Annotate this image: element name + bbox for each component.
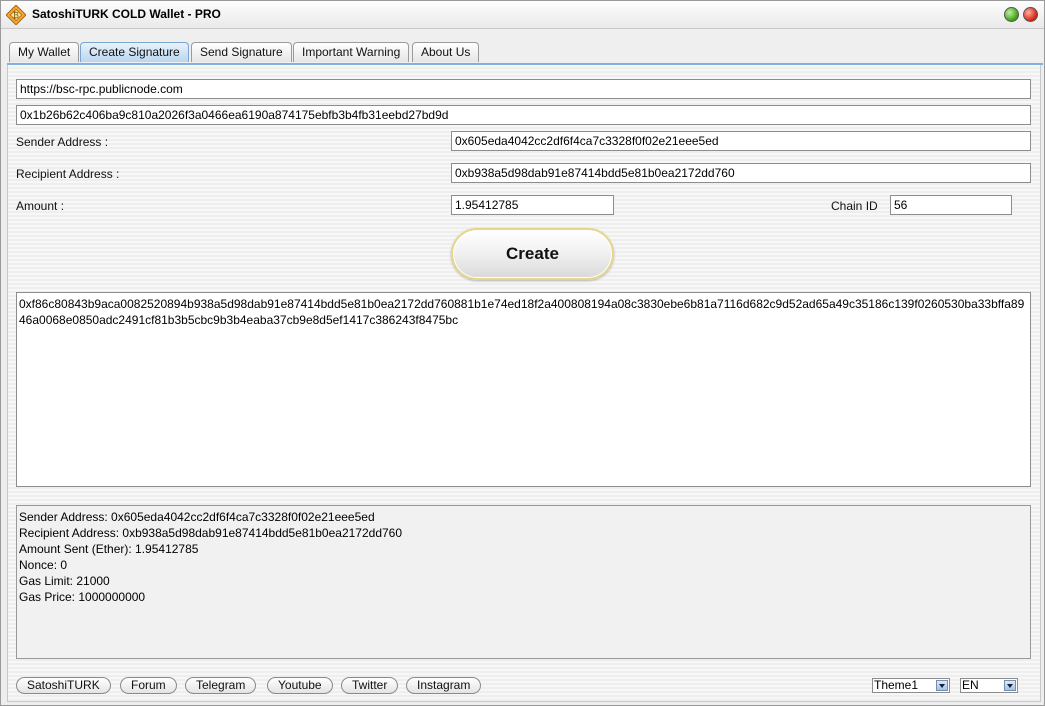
window-title: SatoshiTURK COLD Wallet - PRO [32, 7, 221, 21]
language-select[interactable]: EN [960, 678, 1018, 693]
forum-link-button[interactable]: Forum [120, 677, 177, 694]
info-amount-line: Amount Sent (Ether): 1.95412785 [19, 542, 199, 556]
youtube-link-button[interactable]: Youtube [267, 677, 333, 694]
sender-address-label: Sender Address : [16, 135, 109, 149]
tab-my-wallet[interactable]: My Wallet [9, 42, 80, 62]
twitter-link-button[interactable]: Twitter [341, 677, 399, 694]
info-recipient-line: Recipient Address: 0xb938a5d98dab91e8741… [19, 526, 403, 540]
amount-label: Amount : [16, 199, 65, 213]
private-key-input[interactable] [16, 105, 1031, 125]
signature-output-textarea[interactable]: 0xf86c80843b9aca0082520894b938a5d98dab91… [16, 292, 1031, 487]
tab-important-warning[interactable]: Important Warning [293, 42, 410, 62]
theme-select-value: Theme1 [874, 678, 919, 692]
chain-id-input[interactable] [890, 195, 1012, 215]
tab-strip: My Wallet Create Signature Send Signatur… [1, 29, 1044, 63]
chevron-down-icon [1004, 680, 1016, 691]
info-nonce-line: Nonce: 0 [19, 558, 68, 572]
amount-input[interactable] [451, 195, 614, 215]
info-sender-line: Sender Address: 0x605eda4042cc2df6f4ca7c… [19, 510, 375, 524]
transaction-info-box: Sender Address: 0x605eda4042cc2df6f4ca7c… [16, 505, 1031, 659]
chevron-down-icon [936, 680, 948, 691]
maximize-button[interactable] [1004, 7, 1019, 22]
satoshiturk-link-button[interactable]: SatoshiTURK [16, 677, 111, 694]
telegram-link-button[interactable]: Telegram [185, 677, 257, 694]
sender-address-input[interactable] [451, 131, 1031, 151]
chain-id-label: Chain ID [831, 199, 878, 213]
tab-about-us[interactable]: About Us [412, 42, 480, 62]
instagram-link-button[interactable]: Instagram [406, 677, 482, 694]
recipient-address-label: Recipient Address : [16, 167, 120, 181]
tab-send-signature[interactable]: Send Signature [191, 42, 292, 62]
rpc-url-input[interactable] [16, 79, 1031, 99]
theme-select[interactable]: Theme1 [872, 678, 950, 693]
title-bar: ₿ SatoshiTURK COLD Wallet - PRO [1, 1, 1044, 29]
close-button[interactable] [1023, 7, 1038, 22]
recipient-address-input[interactable] [451, 163, 1031, 183]
language-select-value: EN [962, 678, 979, 692]
info-gas-limit-line: Gas Limit: 21000 [19, 574, 110, 588]
info-gas-price-line: Gas Price: 1000000000 [19, 590, 146, 604]
svg-text:₿: ₿ [13, 11, 19, 20]
app-window: ₿ SatoshiTURK COLD Wallet - PRO My Walle… [0, 0, 1045, 706]
create-button[interactable]: Create [451, 228, 614, 280]
wallet-diamond-icon: ₿ [6, 5, 26, 25]
tab-create-signature[interactable]: Create Signature [80, 42, 189, 62]
